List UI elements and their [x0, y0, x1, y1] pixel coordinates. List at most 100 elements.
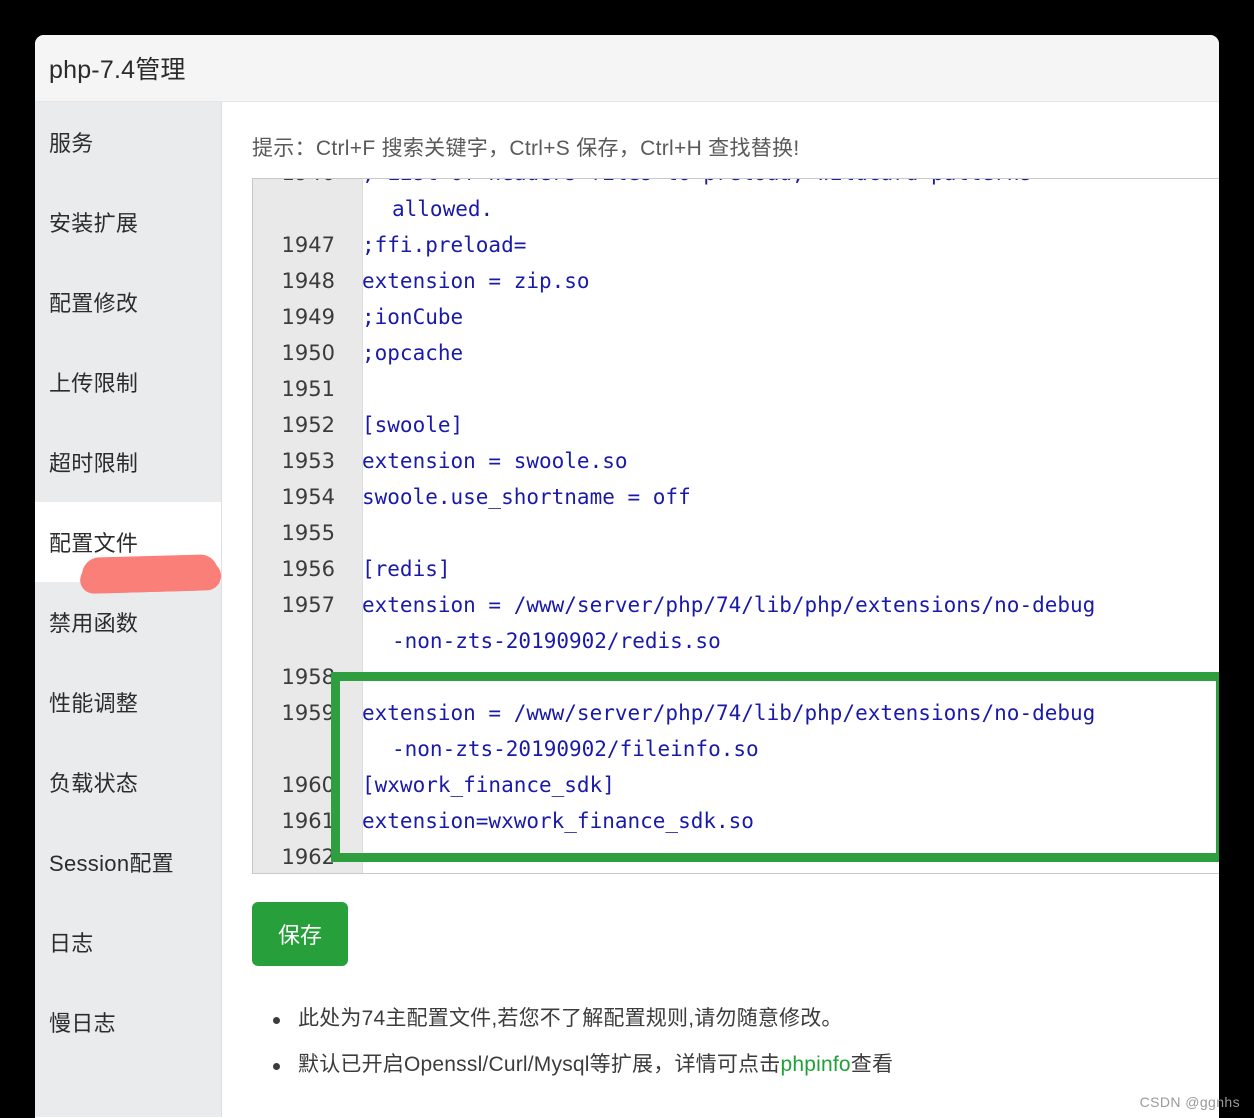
- code-line: 1948 extension = zip.so: [253, 263, 1219, 299]
- modal-header: php-7.4管理: [35, 35, 1219, 102]
- sidebar-item-label: 上传限制: [49, 371, 139, 396]
- sidebar-item-8[interactable]: 负载状态: [35, 742, 221, 822]
- page-title: php-7.4管理: [49, 56, 186, 84]
- code-line: 1956 [redis]: [253, 551, 1219, 587]
- line-number: 1961: [281, 809, 335, 833]
- sidebar-item-10[interactable]: 日志: [35, 902, 221, 982]
- screen: php-7.4管理 服务安装扩展配置修改上传限制超时限制配置文件禁用函数性能调整…: [0, 0, 1254, 1118]
- code-text-main: [redis]: [362, 557, 451, 581]
- sidebar-item-label: Session配置: [49, 851, 174, 876]
- line-number: 1962: [281, 845, 335, 869]
- main-content: 提示：Ctrl+F 搜索关键字，Ctrl+S 保存，Ctrl+H 查找替换! 1…: [222, 102, 1219, 1117]
- line-number: 1949: [281, 305, 335, 329]
- code-text[interactable]: extension=wxwork_finance_sdk.so: [349, 803, 754, 839]
- line-number: 1955: [281, 521, 335, 545]
- code-line: 1949 ;ionCube: [253, 299, 1219, 335]
- config-file-editor[interactable]: 1946 ; List of headers files to preload, …: [252, 178, 1219, 874]
- sidebar-item-label: 禁用函数: [49, 611, 139, 636]
- code-text-main: ;opcache: [362, 341, 464, 365]
- code-text[interactable]: [wxwork_finance_sdk]: [349, 767, 615, 803]
- line-number: 1960: [281, 773, 335, 797]
- sidebar-item-label: 安装扩展: [49, 211, 139, 236]
- sidebar-item-2[interactable]: 配置修改: [35, 262, 221, 342]
- sidebar-item-label: 服务: [49, 131, 94, 156]
- sidebar-item-5[interactable]: 配置文件: [35, 502, 221, 593]
- sidebar-item-9[interactable]: Session配置: [35, 822, 221, 902]
- line-number: 1951: [281, 377, 335, 401]
- code-line: 1959 extension = /www/server/php/74/lib/p…: [253, 695, 1219, 767]
- code-text[interactable]: [redis]: [349, 551, 451, 587]
- sidebar-item-6[interactable]: 禁用函数: [35, 582, 221, 662]
- code-text[interactable]: extension = zip.so: [349, 263, 590, 299]
- line-number: 1953: [281, 449, 335, 473]
- sidebar-item-label: 日志: [49, 931, 94, 956]
- sidebar-item-4[interactable]: 超时限制: [35, 422, 221, 502]
- shortcut-hint: 提示：Ctrl+F 搜索关键字，Ctrl+S 保存，Ctrl+H 查找替换!: [252, 137, 800, 160]
- note-text: 默认已开启Openssl/Curl/Mysql等扩展，详情可点击: [298, 1053, 781, 1076]
- php-manage-modal: php-7.4管理 服务安装扩展配置修改上传限制超时限制配置文件禁用函数性能调整…: [35, 35, 1219, 1118]
- code-text-main: extension = swoole.so: [362, 449, 628, 473]
- code-text[interactable]: swoole.use_shortname = off: [349, 479, 691, 515]
- code-text[interactable]: ;ffi.preload=: [349, 227, 526, 263]
- sidebar-item-11[interactable]: 慢日志: [35, 982, 221, 1062]
- code-line: 1947 ;ffi.preload=: [253, 227, 1219, 263]
- sidebar-item-3[interactable]: 上传限制: [35, 342, 221, 422]
- code-text-wrapped: -non-zts-20190902/fileinfo.so: [392, 737, 759, 761]
- sidebar-item-label: 配置文件: [49, 531, 139, 556]
- code-line: 1950 ;opcache: [253, 335, 1219, 371]
- line-number: 1948: [281, 269, 335, 293]
- line-number: 1956: [281, 557, 335, 581]
- code-text-main: [wxwork_finance_sdk]: [362, 773, 615, 797]
- line-number: 1959: [281, 701, 335, 725]
- line-number: 1947: [281, 233, 335, 257]
- note-text-suffix: 查看: [850, 1053, 894, 1076]
- code-text-main: ; List of headers files to preload, wild…: [362, 179, 1032, 185]
- code-line: 1946 ; List of headers files to preload, …: [253, 179, 1219, 227]
- save-button[interactable]: 保存: [252, 902, 349, 966]
- code-text-main: ;ffi.preload=: [362, 233, 527, 257]
- notes-list: 此处为74主配置文件,若您不了解配置规则,请勿随意修改。 默认已开启Openssl…: [252, 996, 1219, 1088]
- code-text[interactable]: ; List of headers files to preload, wild…: [349, 179, 1032, 227]
- sidebar-item-label: 超时限制: [49, 451, 139, 476]
- code-line: 1954 swoole.use_shortname = off: [253, 479, 1219, 515]
- code-text[interactable]: extension = swoole.so: [349, 443, 628, 479]
- code-line: 1957 extension = /www/server/php/74/lib/p…: [253, 587, 1219, 659]
- line-number: 1957: [281, 593, 335, 617]
- sidebar-item-0[interactable]: 服务: [35, 102, 221, 182]
- note-item: 默认已开启Openssl/Curl/Mysql等扩展，详情可点击phpinfo查…: [273, 1042, 1219, 1088]
- code-text-main: extension = /www/server/php/74/lib/php/e…: [362, 593, 1096, 617]
- code-text[interactable]: ;ionCube: [349, 299, 463, 335]
- code-text-main: extension = zip.so: [362, 269, 590, 293]
- editor-scroll-area[interactable]: 1946 ; List of headers files to preload, …: [253, 179, 1219, 873]
- code-text[interactable]: extension = /www/server/php/74/lib/php/e…: [349, 587, 1095, 659]
- code-line: 1962: [253, 839, 1219, 873]
- code-text-main: [swoole]: [362, 413, 464, 437]
- code-text-main: swoole.use_shortname = off: [362, 485, 691, 509]
- code-text[interactable]: ;opcache: [349, 335, 463, 371]
- sidebar-item-label: 负载状态: [49, 771, 139, 796]
- code-line: 1960 [wxwork_finance_sdk]: [253, 767, 1219, 803]
- line-number: 1954: [281, 485, 335, 509]
- sidebar-item-1[interactable]: 安装扩展: [35, 182, 221, 262]
- note-text: 此处为74主配置文件,若您不了解配置规则,请勿随意修改。: [298, 1007, 843, 1030]
- modal-body: 服务安装扩展配置修改上传限制超时限制配置文件禁用函数性能调整负载状态 Sessio…: [35, 102, 1219, 1117]
- sidebar-nav: 服务安装扩展配置修改上传限制超时限制配置文件禁用函数性能调整负载状态 Sessio…: [35, 102, 222, 1117]
- note-item: 此处为74主配置文件,若您不了解配置规则,请勿随意修改。: [273, 996, 1219, 1042]
- code-text-wrapped: -non-zts-20190902/redis.so: [392, 629, 721, 653]
- code-text[interactable]: extension = /www/server/php/74/lib/php/e…: [349, 695, 1095, 767]
- code-text-main: extension = /www/server/php/74/lib/php/e…: [362, 701, 1096, 725]
- sidebar-item-label: 配置修改: [49, 291, 139, 316]
- phpinfo-link[interactable]: phpinfo: [780, 1053, 850, 1076]
- code-line: 1952 [swoole]: [253, 407, 1219, 443]
- sidebar-item-7[interactable]: 性能调整: [35, 662, 221, 742]
- watermark: CSDN @ggnhs: [1139, 1094, 1240, 1110]
- code-line: 1951: [253, 371, 1219, 407]
- code-text-main: extension=wxwork_finance_sdk.so: [362, 809, 754, 833]
- code-line: 1955: [253, 515, 1219, 551]
- line-number: 1950: [281, 341, 335, 365]
- code-line: 1958: [253, 659, 1219, 695]
- code-line: 1953 extension = swoole.so: [253, 443, 1219, 479]
- code-text[interactable]: [swoole]: [349, 407, 463, 443]
- code-text-wrapped: allowed.: [392, 197, 494, 221]
- sidebar-item-label: 性能调整: [49, 691, 139, 716]
